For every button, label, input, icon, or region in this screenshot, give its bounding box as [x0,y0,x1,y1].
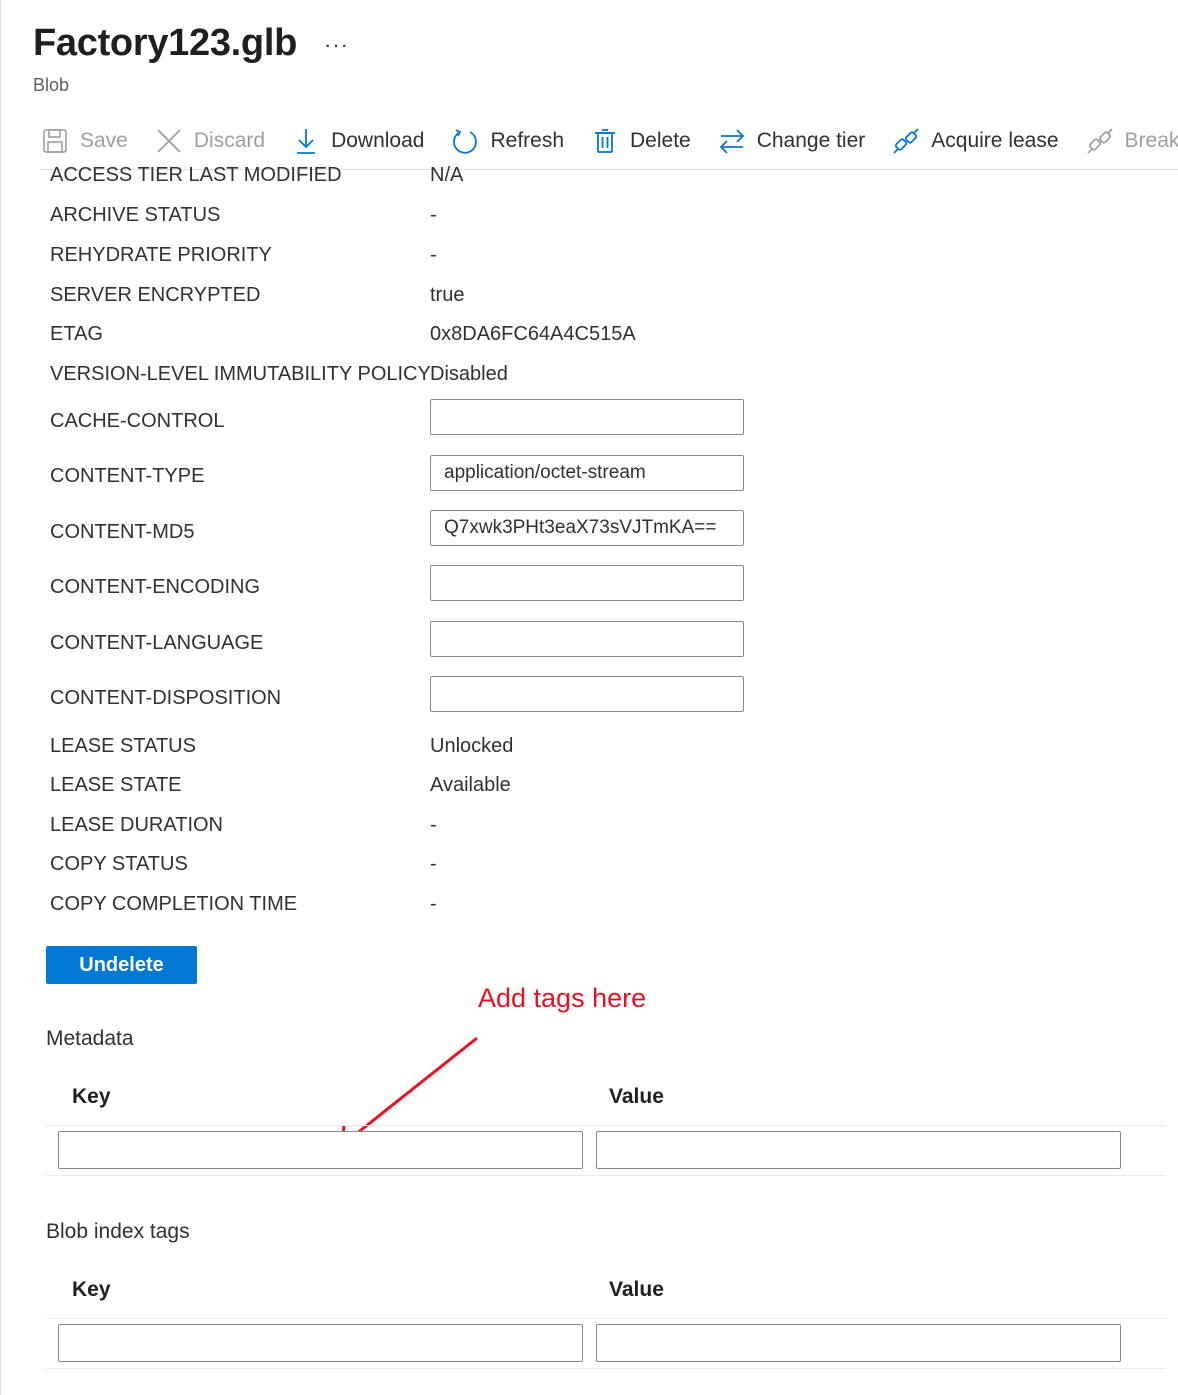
property-key: VERSION-LEVEL IMMUTABILITY POLICY [50,363,431,385]
delete-label: Delete [630,129,691,152]
property-key: LEASE STATE [50,774,182,796]
property-key: CONTENT-ENCODING [50,576,260,598]
property-value: - [430,244,437,266]
property-value: Disabled [430,363,508,385]
property-value: true [430,284,465,306]
content-type-input[interactable] [430,455,744,491]
tags-row-divider [46,1368,1166,1369]
property-value: - [430,204,437,226]
tags-value-header: Value [609,1278,664,1301]
property-value: N/A [430,164,464,186]
refresh-label: Refresh [490,129,564,152]
left-edge-divider [0,0,1,1395]
metadata-key-header: Key [72,1085,111,1108]
broken-link-icon [1085,126,1115,156]
more-options-button[interactable]: ··· [324,32,349,58]
tags-key-header: Key [72,1278,111,1301]
save-button[interactable]: Save [40,126,128,156]
tags-value-input[interactable] [596,1324,1121,1362]
property-key: ARCHIVE STATUS [50,204,221,226]
property-key: ACCESS TIER LAST MODIFIED [50,164,342,186]
property-key: CONTENT-DISPOSITION [50,687,282,709]
property-key: LEASE DURATION [50,814,223,836]
content-encoding-input[interactable] [430,565,744,601]
metadata-row-divider [46,1175,1166,1176]
change-tier-button[interactable]: Change tier [717,126,866,156]
metadata-value-header: Value [609,1085,664,1108]
property-key: CONTENT-MD5 [50,521,195,543]
command-bar: Save Discard Download Refresh Delete Cha… [40,122,1178,160]
acquire-lease-button[interactable]: Acquire lease [891,126,1059,156]
cache-control-input[interactable] [430,399,744,435]
property-value: - [430,814,437,836]
acquire-lease-label: Acquire lease [931,129,1059,152]
property-key: REHYDRATE PRIORITY [50,244,272,266]
break-lease-label: Break lease [1124,129,1178,152]
discard-button[interactable]: Discard [154,126,265,156]
blob-index-tags-title: Blob index tags [46,1220,190,1243]
metadata-header-divider [46,1125,1166,1126]
save-label: Save [80,129,128,152]
refresh-icon [450,126,480,156]
property-key: LEASE STATUS [50,735,196,757]
content-language-input[interactable] [430,621,744,657]
property-key: COPY STATUS [50,853,188,875]
metadata-section-title: Metadata [46,1027,134,1050]
swap-arrows-icon [717,126,747,156]
change-tier-label: Change tier [756,129,866,152]
property-value: - [430,853,437,875]
discard-label: Discard [193,129,266,152]
break-lease-button[interactable]: Break lease [1085,126,1178,156]
property-key: CACHE-CONTROL [50,410,225,432]
tags-key-input[interactable] [58,1324,583,1362]
trash-icon [590,126,620,156]
download-label: Download [331,129,425,152]
property-key: SERVER ENCRYPTED [50,284,261,306]
metadata-value-input[interactable] [596,1131,1121,1169]
save-icon [40,126,70,156]
property-value: Unlocked [430,735,514,757]
property-key: ETAG [50,323,103,345]
property-value: Available [430,774,511,796]
delete-button[interactable]: Delete [590,126,691,156]
property-key: CONTENT-LANGUAGE [50,632,264,654]
link-plug-icon [891,126,921,156]
close-icon [154,126,184,156]
metadata-key-input[interactable] [58,1131,583,1169]
property-key: COPY COMPLETION TIME [50,893,298,915]
download-icon [291,126,321,156]
page-subtitle: Blob [33,75,70,95]
content-disposition-input[interactable] [430,676,744,712]
content-md5-input[interactable] [430,510,744,546]
property-key: CONTENT-TYPE [50,465,205,487]
undelete-button[interactable]: Undelete [46,946,197,984]
refresh-button[interactable]: Refresh [450,126,564,156]
annotation-label: Add tags here [478,983,647,1013]
property-value: - [430,893,437,915]
download-button[interactable]: Download [291,126,424,156]
page-title: Factory123.glb [33,22,298,64]
property-value: 0x8DA6FC64A4C515A [430,323,636,345]
tags-header-divider [46,1318,1166,1319]
